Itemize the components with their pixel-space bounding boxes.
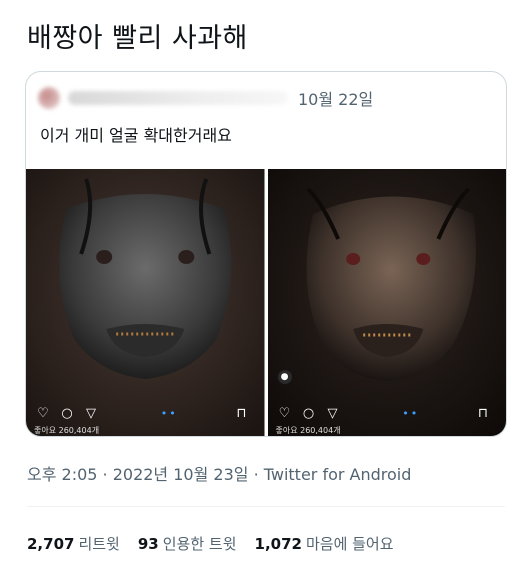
- quote-tweets-label: 인용한 트윗: [162, 535, 237, 553]
- quote-tweets-count: 93: [137, 535, 159, 553]
- share-icon[interactable]: ▽: [324, 406, 342, 421]
- ant-face-image: [267, 169, 506, 436]
- quoted-tweet-text: 이거 개미 얼굴 확대한거래요: [40, 126, 232, 145]
- instagram-like-count: 좋아요 260,404개: [34, 426, 100, 435]
- instagram-like-count: 좋아요 260,404개: [275, 426, 341, 435]
- tagged-user-icon[interactable]: ●: [277, 370, 292, 384]
- avatar[interactable]: [38, 87, 60, 109]
- ant-face-image: [26, 169, 265, 436]
- quote-tweets-stat[interactable]: 93 인용한 트윗: [138, 533, 237, 554]
- heart-icon[interactable]: ♡: [34, 406, 52, 421]
- carousel-dots: ••: [402, 406, 420, 420]
- carousel-dots: ••: [160, 406, 178, 420]
- likes-stat[interactable]: 1,072 마음에 들어요: [255, 533, 394, 554]
- tweet-text: 배짱아 빨리 사과해: [27, 23, 248, 54]
- likes-count: 1,072: [254, 535, 302, 553]
- comment-icon[interactable]: ○: [58, 406, 76, 421]
- heart-icon[interactable]: ♡: [276, 406, 294, 421]
- retweets-label: 리트윗: [78, 535, 120, 553]
- bookmark-icon[interactable]: ⊓: [233, 406, 251, 421]
- quoted-tweet-header: 10월 22일: [38, 86, 373, 110]
- quoted-tweet-card[interactable]: 10월 22일 이거 개미 얼굴 확대한거래요 ♡ ○ ▽ •• ⊓ 좋아요 2…: [25, 71, 507, 437]
- tweet-stats: 2,707 리트윗 93 인용한 트윗 1,072 마음에 들어요: [27, 533, 394, 554]
- instagram-action-bar: ♡ ○ ▽ •• ⊓: [268, 402, 507, 424]
- likes-label: 마음에 들어요: [305, 535, 394, 553]
- tweet-timestamp[interactable]: 오후 2:05 · 2022년 10월 23일 · Twitter for An…: [27, 461, 411, 485]
- retweets-count: 2,707: [27, 535, 75, 553]
- ant-face-photo-left[interactable]: ♡ ○ ▽ •• ⊓ 좋아요 260,404개: [26, 169, 265, 436]
- share-icon[interactable]: ▽: [82, 406, 100, 421]
- retweets-stat[interactable]: 2,707 리트윗: [27, 533, 120, 554]
- bookmark-icon[interactable]: ⊓: [474, 406, 492, 421]
- quoted-tweet-date[interactable]: 10월 22일: [298, 86, 373, 110]
- quoted-tweet-photos: ♡ ○ ▽ •• ⊓ 좋아요 260,404개 ● ♡ ○ ▽ •• ⊓ 좋아요…: [26, 169, 506, 436]
- blurred-username[interactable]: [68, 91, 288, 105]
- instagram-action-bar: ♡ ○ ▽ •• ⊓: [26, 402, 265, 424]
- divider: [27, 506, 505, 507]
- ant-face-photo-right[interactable]: ● ♡ ○ ▽ •• ⊓ 좋아요 260,404개: [267, 169, 507, 436]
- comment-icon[interactable]: ○: [300, 406, 318, 421]
